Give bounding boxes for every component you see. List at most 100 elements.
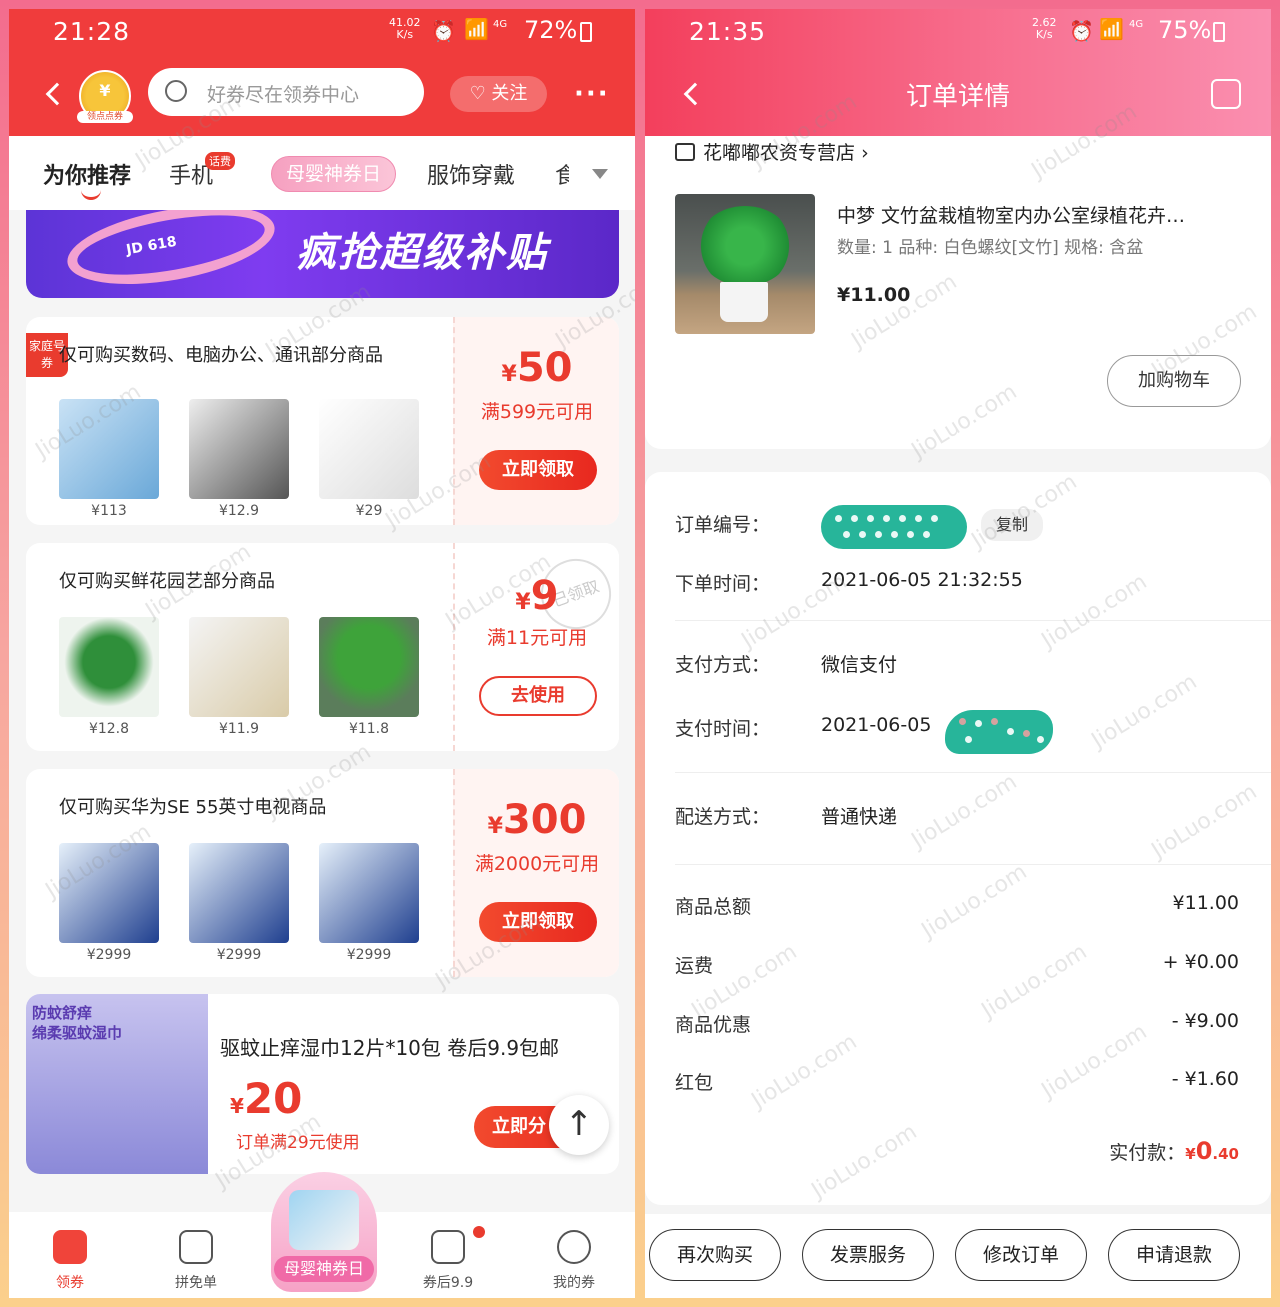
coin-center-button[interactable]: ¥ 领点点券	[77, 70, 133, 123]
coupon-amount: ¥20	[230, 1074, 303, 1123]
tab-badge: 话费	[205, 152, 235, 170]
page-title: 订单详情	[905, 82, 1010, 112]
product-image[interactable]	[59, 617, 159, 717]
product-image[interactable]	[675, 194, 815, 334]
coupon-condition: 满2000元可用	[474, 853, 600, 875]
product-image[interactable]	[319, 843, 419, 943]
nav-my-coupons[interactable]: 我的券	[539, 1230, 609, 1292]
product-image[interactable]	[189, 399, 289, 499]
copy-button[interactable]: 复制	[981, 509, 1043, 541]
shipping-label: 配送方式：	[675, 806, 771, 828]
redacted-payment-time	[945, 710, 1053, 754]
nav-baby-coupon-day[interactable]: 母婴神券日	[271, 1172, 377, 1292]
product-image[interactable]	[319, 617, 419, 717]
battery-icon	[1213, 22, 1225, 42]
status-time: 21:35	[689, 17, 767, 46]
coupon-card: 仅可购买鲜花园艺部分商品 ¥12.8 ¥11.9 ¥11.8 已领取 ¥9 满1…	[26, 543, 619, 751]
product-image[interactable]	[189, 843, 289, 943]
tab-apparel[interactable]: 服饰穿戴	[427, 158, 515, 190]
chevron-down-icon[interactable]	[592, 169, 608, 179]
wifi-signal-icon: 📶	[1099, 17, 1124, 41]
coupon-title: 仅可购买华为SE 55英寸电视商品	[59, 797, 327, 818]
active-tab-indicator	[81, 190, 101, 200]
coupon-value-panel: ¥300 满2000元可用 立即领取	[453, 769, 619, 977]
redacted-order-number	[821, 505, 967, 549]
scroll-to-top-button[interactable]: ↑	[549, 1095, 609, 1155]
alarm-icon: ⏰	[431, 19, 456, 43]
buy-again-button[interactable]: 再次购买	[649, 1229, 781, 1281]
amount-label: 商品优惠	[675, 1014, 752, 1036]
promo-banner[interactable]: JD 618 疯抢超级补贴	[26, 210, 619, 298]
product-image[interactable]: 防蚊舒痒 绵柔驱蚊湿巾	[26, 994, 208, 1174]
nav-coupons[interactable]: 领券	[35, 1230, 105, 1292]
product-image[interactable]	[319, 399, 419, 499]
product-card: 花嘟嘟农资专营店 › 中梦 文竹盆栽植物室内办公室绿植花卉… 数量: 1 品种:…	[645, 136, 1271, 449]
price-tag-icon	[431, 1230, 465, 1264]
back-icon[interactable]	[45, 82, 69, 106]
follow-button[interactable]: ♡ 关注	[450, 76, 547, 112]
order-number-label: 订单编号：	[675, 514, 771, 536]
coupon-amount: ¥300	[487, 797, 587, 843]
nav-free-group[interactable]: 拼免单	[161, 1230, 231, 1292]
coupon-center-screen: 21:28 41.02 K/s ⏰ 📶 4G 72% ¥ 领点点券 好券尽在领券中…	[9, 9, 635, 1298]
battery-level: 72%	[524, 16, 578, 44]
product-coupon-card[interactable]: 防蚊舒痒 绵柔驱蚊湿巾 驱蚊止痒湿巾12片*10包 卷后9.9包邮 ¥20 订单…	[26, 994, 619, 1174]
product-price: ¥2999	[346, 947, 392, 963]
coupon-value-panel: ¥50 满599元可用 立即领取	[453, 317, 619, 525]
top-bar: 21:35 2.62 K/s ⏰ 📶 4G 75% 订单详情	[645, 9, 1271, 136]
amount-paid: 实付款：¥0.40	[1109, 1137, 1239, 1165]
product-image[interactable]	[189, 617, 289, 717]
product-image[interactable]	[59, 843, 159, 943]
search-input[interactable]: 好券尽在领券中心	[148, 68, 424, 116]
nav-after-coupon[interactable]: 券后9.9	[413, 1230, 483, 1292]
modify-order-button[interactable]: 修改订单	[955, 1229, 1087, 1281]
product-name[interactable]: 中梦 文竹盆栽植物室内办公室绿植花卉…	[837, 201, 1247, 228]
coupon-condition: 订单满29元使用	[236, 1133, 360, 1153]
amount-value: + ¥0.00	[1162, 951, 1239, 973]
coupon-card: 仅可购买华为SE 55英寸电视商品 ¥2999 ¥2999 ¥2999 ¥300…	[26, 769, 619, 977]
amount-value: ¥11.00	[1172, 892, 1239, 914]
order-time-label: 下单时间：	[675, 573, 771, 595]
network-type: 4G	[493, 19, 508, 30]
product-image	[289, 1190, 359, 1250]
coupon-value-panel: 已领取 ¥9 满11元可用 去使用	[453, 543, 619, 751]
banner-title: 疯抢超级补贴	[296, 230, 548, 276]
product-price: ¥2999	[86, 947, 132, 963]
coupon-condition: 满599元可用	[480, 401, 594, 423]
invoice-service-button[interactable]: 发票服务	[802, 1229, 934, 1281]
coupon-amount: ¥50	[501, 345, 573, 391]
store-name[interactable]: 花嘟嘟农资专营店 ›	[675, 138, 869, 165]
product-price: ¥113	[91, 503, 127, 519]
yen-coin-icon: ¥	[99, 81, 111, 100]
payment-time-value: 2021-06-05	[821, 714, 932, 736]
order-time-value: 2021-06-05 21:32:55	[821, 569, 1023, 591]
product-image[interactable]	[59, 399, 159, 499]
use-coupon-button[interactable]: 去使用	[479, 676, 597, 716]
more-icon[interactable]: ···	[574, 79, 610, 109]
payment-method-label: 支付方式：	[675, 654, 771, 676]
order-detail-screen: 21:35 2.62 K/s ⏰ 📶 4G 75% 订单详情 花嘟嘟农资专营店 ›…	[645, 9, 1271, 1298]
product-price: ¥2999	[216, 947, 262, 963]
add-to-cart-button[interactable]: 加购物车	[1107, 355, 1241, 407]
claim-button[interactable]: 立即领取	[479, 450, 597, 490]
coupon-card: 家庭号券 仅可购买数码、电脑办公、通讯部分商品 ¥113 ¥12.9 ¥29 ¥…	[26, 317, 619, 525]
divider	[675, 620, 1271, 621]
battery-icon	[580, 22, 592, 42]
chevron-right-icon: ›	[861, 142, 869, 164]
banner-ring-graphic	[61, 210, 281, 298]
payment-time-label: 支付时间：	[675, 718, 771, 740]
claim-button[interactable]: 立即领取	[479, 902, 597, 942]
share-icon[interactable]	[1211, 79, 1241, 109]
request-refund-button[interactable]: 申请退款	[1108, 1229, 1240, 1281]
notification-dot	[473, 1226, 485, 1238]
network-speed: 41.02 K/s	[389, 16, 421, 41]
wallet-icon	[179, 1230, 213, 1264]
product-title: 驱蚊止痒湿巾12片*10包 卷后9.9包邮	[220, 1036, 560, 1060]
search-placeholder: 好券尽在领券中心	[207, 84, 360, 106]
network-speed: 2.62 K/s	[1032, 16, 1057, 41]
tab-food[interactable]: 食	[555, 158, 569, 190]
tab-recommend[interactable]: 为你推荐	[43, 158, 131, 190]
tab-baby-coupon-day[interactable]: 母婴神券日	[271, 156, 396, 192]
amount-value: - ¥1.60	[1171, 1068, 1239, 1090]
coupon-icon	[53, 1230, 87, 1264]
